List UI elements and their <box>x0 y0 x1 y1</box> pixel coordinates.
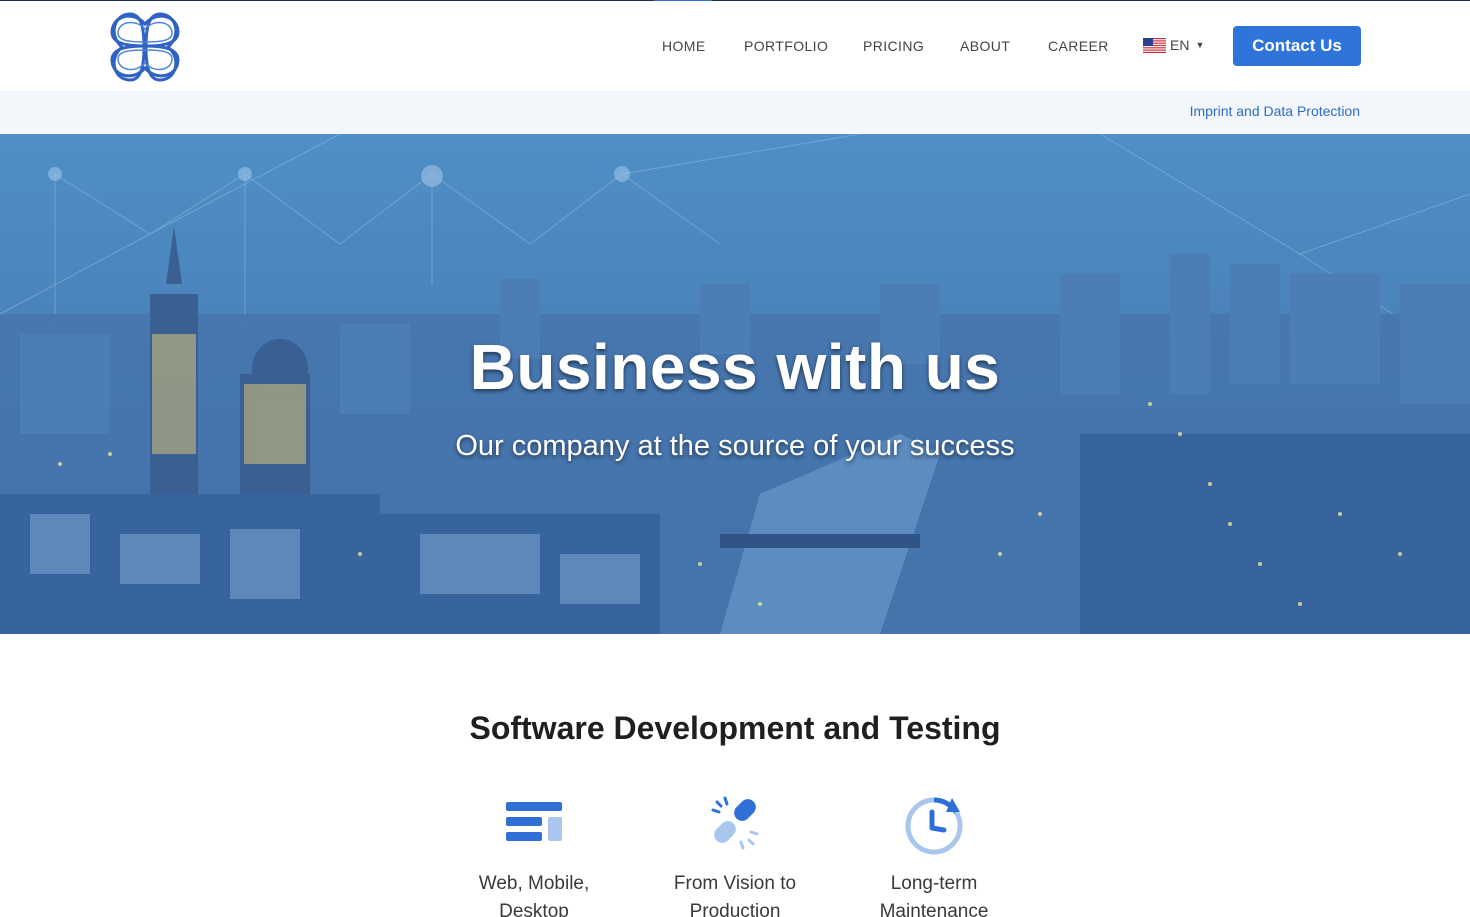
nav-home-link[interactable]: HOME <box>662 38 706 54</box>
services-section-title: Software Development and Testing <box>469 710 1001 746</box>
secondary-bar: Imprint and Data Protection <box>0 91 1470 134</box>
layout-icon <box>506 802 562 841</box>
service-card-platforms[interactable]: Web, Mobile, Desktop <box>454 790 614 917</box>
service-card-maintenance[interactable]: Long-term Maintenance <box>854 790 1014 917</box>
main-navigation: HOME PORTFOLIO PRICING ABOUT CAREER EN ▼… <box>0 1 1470 91</box>
broken-link-icon <box>711 796 759 850</box>
site-header: HOME PORTFOLIO PRICING ABOUT CAREER EN ▼… <box>0 1 1470 91</box>
nav-career-link[interactable]: CAREER <box>1048 38 1109 54</box>
service-label: Web, Mobile, Desktop <box>478 873 590 917</box>
hero-title: Business with us <box>469 331 1001 403</box>
imprint-link[interactable]: Imprint and Data Protection <box>1190 103 1360 119</box>
service-label: From Vision to Production <box>673 873 797 917</box>
us-flag-icon <box>1143 37 1166 53</box>
chevron-down-icon: ▼ <box>1195 40 1205 50</box>
service-label: Long-term Maintenance <box>879 873 989 917</box>
language-label: EN <box>1170 37 1190 53</box>
nav-pricing-link[interactable]: PRICING <box>863 38 924 54</box>
contact-us-button[interactable]: Contact Us <box>1233 26 1361 66</box>
history-clock-icon <box>905 797 963 855</box>
hero-subtitle: Our company at the source of your succes… <box>455 430 1015 462</box>
service-card-lifecycle[interactable]: From Vision to Production <box>655 790 815 917</box>
nav-about-link[interactable]: ABOUT <box>960 38 1010 54</box>
language-selector[interactable]: EN ▼ <box>1143 37 1204 53</box>
nav-portfolio-link[interactable]: PORTFOLIO <box>744 38 828 54</box>
hero-banner: Business with us Our company at the sour… <box>0 134 1470 634</box>
